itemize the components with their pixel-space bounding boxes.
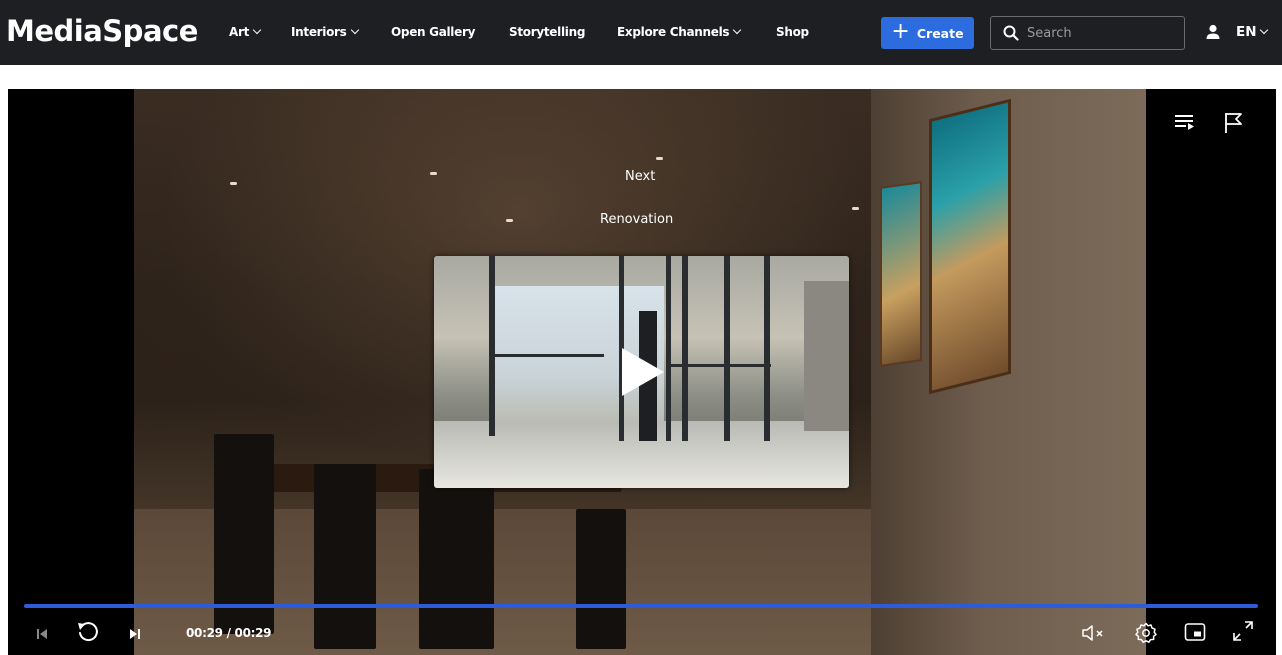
- search-input[interactable]: [1027, 25, 1167, 41]
- next-up-label: Next: [625, 169, 656, 184]
- ceiling-light: [430, 172, 437, 175]
- chevron-down-icon: [1259, 25, 1268, 35]
- next-video-thumbnail[interactable]: [434, 256, 849, 488]
- settings-icon[interactable]: [1134, 621, 1158, 649]
- progress-bar[interactable]: [24, 604, 1258, 608]
- ceiling-light: [852, 207, 859, 210]
- scaffold-rail: [671, 364, 771, 367]
- scaffold-post: [724, 256, 730, 441]
- skip-next-icon[interactable]: [129, 625, 141, 644]
- ceiling-light: [230, 182, 237, 185]
- replay-icon[interactable]: [76, 620, 100, 648]
- nav-item-interiors[interactable]: Interiors: [291, 25, 359, 39]
- scaffold-post: [764, 256, 770, 441]
- nav-item-storytelling[interactable]: Storytelling: [509, 25, 585, 39]
- fullscreen-icon[interactable]: [1232, 620, 1254, 646]
- nav-item-open-gallery[interactable]: Open Gallery: [391, 25, 475, 39]
- chevron-down-icon: [252, 25, 262, 35]
- volume-muted-icon[interactable]: [1081, 624, 1107, 646]
- playlist-icon[interactable]: [1174, 112, 1196, 136]
- nav-item-art[interactable]: Art: [229, 25, 262, 39]
- nav-item-label: Open Gallery: [391, 25, 476, 39]
- wall-painting: [929, 98, 1011, 395]
- time-display: 00:29 / 00:29: [186, 626, 272, 640]
- chevron-down-icon: [350, 25, 359, 35]
- chevron-down-icon: [733, 25, 742, 35]
- thumbnail-door: [804, 281, 849, 431]
- scaffold-post: [489, 256, 495, 436]
- next-video-title[interactable]: Renovation: [600, 212, 673, 227]
- nav-item-label: Explore Channels: [617, 25, 730, 39]
- nav-item-label: Interiors: [291, 25, 347, 39]
- create-button-label: Create: [916, 25, 964, 41]
- user-icon[interactable]: [1206, 24, 1220, 44]
- scaffold-post: [682, 256, 688, 441]
- player-controls: 00:29 / 00:29: [8, 615, 1276, 655]
- skip-previous-icon[interactable]: [36, 625, 48, 644]
- nav-item-shop[interactable]: Shop: [776, 25, 809, 39]
- wall-painting: [880, 181, 922, 367]
- language-label: EN: [1236, 24, 1257, 40]
- flag-icon[interactable]: [1224, 112, 1244, 138]
- search-icon: [1003, 25, 1019, 41]
- nav-item-explore-channels[interactable]: Explore Channels: [617, 25, 742, 39]
- play-icon[interactable]: [622, 348, 664, 396]
- nav-item-label: Art: [229, 25, 250, 39]
- picture-in-picture-icon[interactable]: [1184, 622, 1206, 646]
- create-button[interactable]: + Create: [881, 17, 974, 49]
- language-selector[interactable]: EN: [1236, 24, 1268, 40]
- ceiling-light: [656, 157, 663, 160]
- nav-item-label: Shop: [776, 25, 809, 39]
- plus-icon: +: [891, 19, 910, 44]
- ceiling-light: [506, 219, 513, 222]
- video-player[interactable]: Next Renovation 00:29 / 00:29: [8, 89, 1276, 655]
- top-navbar: MediaSpace Art Interiors Open Gallery St…: [0, 0, 1282, 65]
- search-box[interactable]: [990, 16, 1185, 50]
- mediaspace-logo[interactable]: MediaSpace: [6, 14, 198, 48]
- nav-item-label: Storytelling: [509, 25, 586, 39]
- scaffold-rail: [494, 354, 604, 357]
- scaffold-post: [666, 256, 671, 441]
